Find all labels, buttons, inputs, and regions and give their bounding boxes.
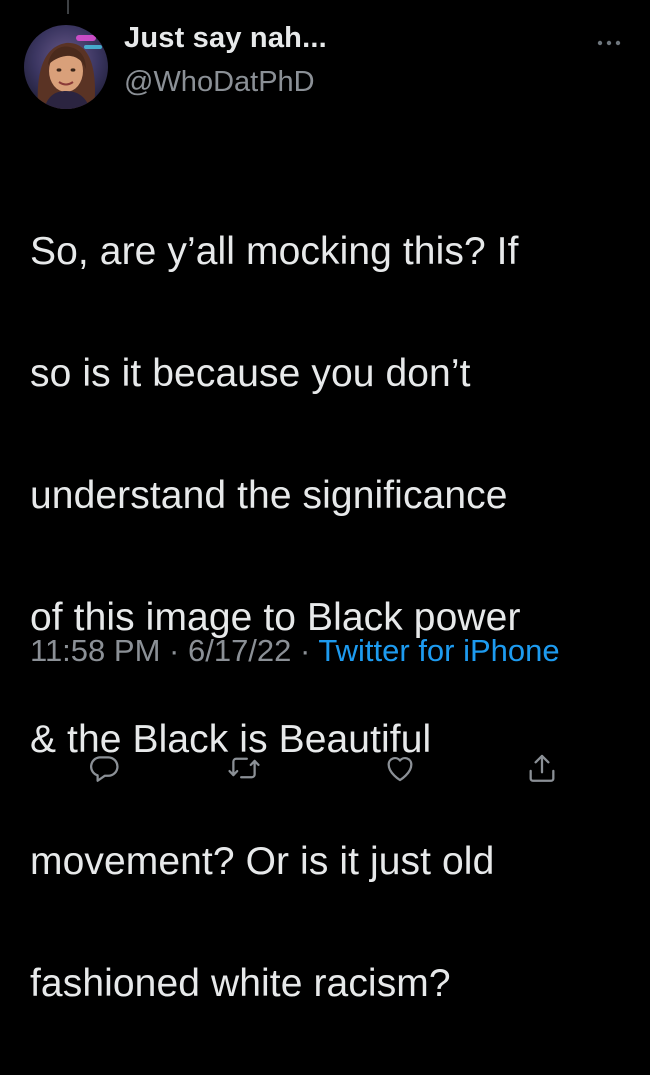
tweet-text-line: So, are y’all mocking this? If	[30, 230, 519, 273]
display-name[interactable]: Just say nah...	[124, 22, 327, 55]
username-handle[interactable]: @WhoDatPhD	[124, 66, 315, 99]
like-button[interactable]	[380, 748, 420, 788]
tweet-date[interactable]: 6/17/22	[188, 633, 291, 668]
avatar[interactable]	[24, 25, 108, 109]
tweet-text-line: movement? Or is it just old	[30, 840, 495, 883]
reply-button[interactable]	[84, 748, 124, 788]
share-button[interactable]	[522, 748, 562, 788]
retweet-icon	[228, 757, 260, 779]
more-horizontal-icon[interactable]	[596, 34, 622, 46]
tweet-time[interactable]: 11:58 PM	[30, 633, 160, 668]
tweet-meta: 11:58 PM · 6/17/22 · Twitter for iPhone	[30, 628, 630, 674]
meta-separator: ·	[169, 633, 180, 668]
tweet-text-line: understand the significance	[30, 474, 508, 517]
thread-connector-line	[67, 0, 69, 14]
retweet-button[interactable]	[224, 748, 264, 788]
meta-separator: ·	[300, 633, 311, 668]
like-icon	[387, 757, 413, 782]
share-icon	[529, 754, 555, 782]
tweet-text: So, are y’all mocking this? If so is it …	[30, 160, 630, 1075]
tweet-text-line: so is it because you don’t	[30, 352, 471, 395]
reply-icon	[89, 756, 119, 782]
tweet-text-line: fashioned white racism?	[30, 962, 451, 1005]
tweet-source-link[interactable]: Twitter for iPhone	[318, 633, 559, 668]
